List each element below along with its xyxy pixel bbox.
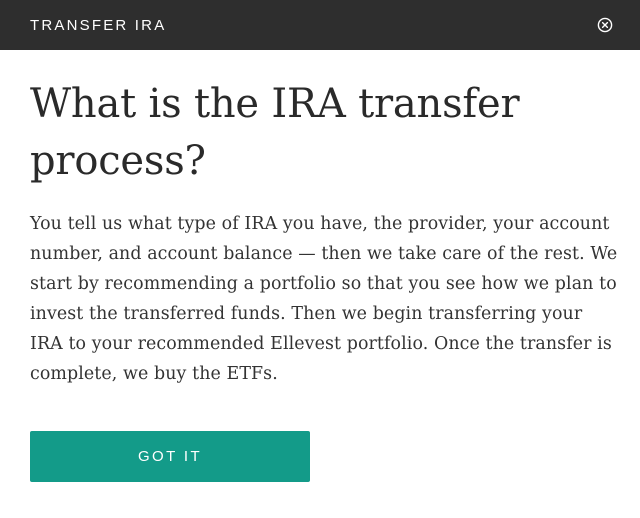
dialog-title: TRANSFER IRA — [30, 16, 167, 34]
page-title: What is the IRA transfer process? — [30, 81, 520, 184]
got-it-button[interactable]: GOT IT — [30, 431, 310, 482]
explanation-text: You tell us what type of IRA you have, t… — [30, 214, 618, 384]
transfer-ira-dialog: TRANSFER IRA What is the IRA transfer pr… — [0, 0, 640, 518]
close-circle-icon — [597, 17, 613, 33]
close-button[interactable] — [596, 16, 614, 34]
dialog-header: TRANSFER IRA — [0, 0, 640, 50]
